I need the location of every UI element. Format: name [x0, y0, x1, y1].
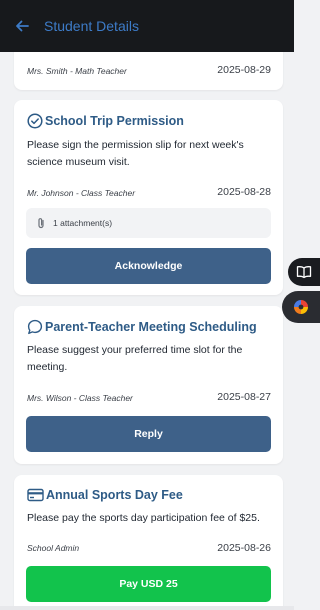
message-title: Annual Sports Day Fee: [26, 486, 183, 503]
attachment-label: 1 attachment(s): [53, 218, 113, 228]
messages-list[interactable]: Mrs. Smith - Math Teacher 2025-08-29 Sch…: [0, 52, 294, 610]
message-sender: School Admin: [27, 543, 80, 553]
bottom-edge: [0, 606, 294, 610]
message-card-math: Mrs. Smith - Math Teacher 2025-08-29: [14, 52, 283, 90]
message-date: 2025-08-29: [217, 64, 271, 76]
paperclip-icon: [35, 217, 47, 229]
extension-button[interactable]: [282, 291, 320, 323]
message-body: Please pay the sports day participation …: [27, 512, 260, 524]
credit-card-icon: [26, 486, 44, 503]
reader-mode-button[interactable]: [288, 258, 320, 286]
message-body: Please suggest your preferred time slot …: [27, 344, 243, 373]
message-date: 2025-08-26: [217, 542, 271, 554]
message-card-school-trip: School Trip Permission Please sign the p…: [14, 100, 283, 295]
message-body: Please sign the permission slip for next…: [27, 139, 244, 168]
chat-bubble-icon: [26, 318, 43, 335]
check-circle-icon: [26, 112, 43, 129]
acknowledge-button[interactable]: Acknowledge: [26, 248, 271, 284]
message-sender: Mr. Johnson - Class Teacher: [27, 188, 136, 198]
attachment-chip[interactable]: 1 attachment(s): [26, 208, 271, 238]
color-palette-icon: [293, 299, 309, 315]
message-date: 2025-08-28: [217, 186, 271, 198]
message-card-sports-fee: Annual Sports Day Fee Please pay the spo…: [14, 475, 283, 610]
message-title-text: School Trip Permission: [45, 113, 184, 128]
book-icon: [296, 265, 312, 279]
message-date: 2025-08-27: [217, 391, 271, 403]
message-card-ptm: Parent-Teacher Meeting Scheduling Please…: [14, 306, 283, 464]
message-sender: Mrs. Smith - Math Teacher: [27, 66, 127, 76]
pay-button[interactable]: Pay USD 25: [26, 566, 271, 602]
message-title-text: Annual Sports Day Fee: [46, 487, 183, 502]
back-arrow-icon[interactable]: [12, 16, 32, 36]
message-title: School Trip Permission: [26, 112, 184, 129]
message-title: Parent-Teacher Meeting Scheduling: [26, 318, 257, 335]
message-sender: Mrs. Wilson - Class Teacher: [27, 393, 133, 403]
message-title-text: Parent-Teacher Meeting Scheduling: [45, 319, 257, 334]
reply-button[interactable]: Reply: [26, 416, 271, 452]
app-bar: Student Details: [0, 0, 294, 52]
page-title: Student Details: [44, 18, 139, 34]
